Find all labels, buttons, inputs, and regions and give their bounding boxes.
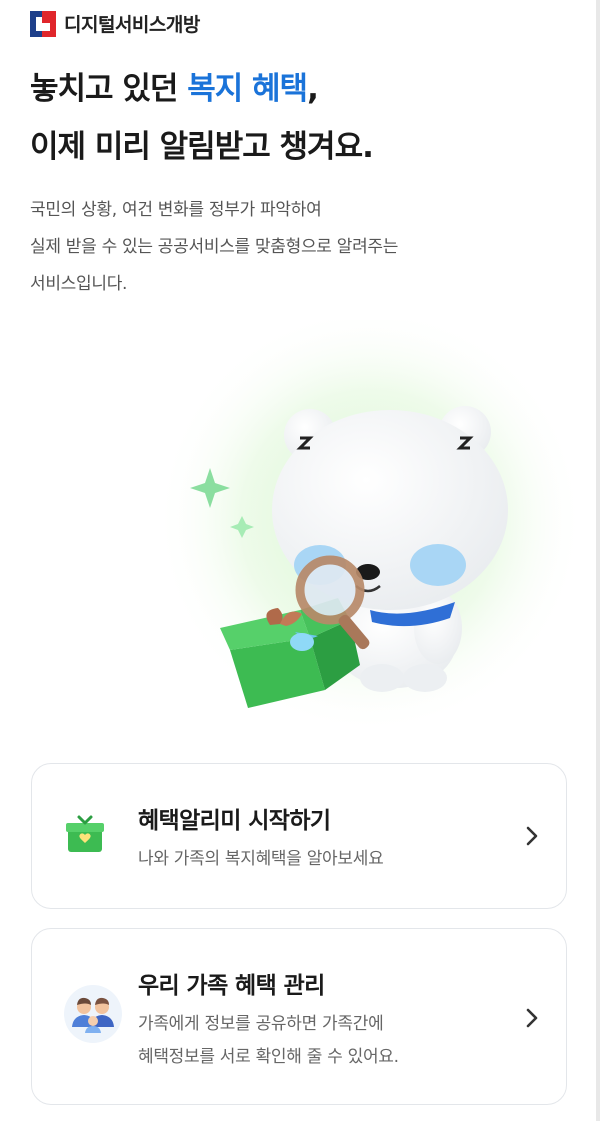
headline-line-2: 이제 미리 알림받고 챙겨요. (30, 129, 374, 165)
chevron-right-icon (526, 826, 538, 846)
headline-line-1: 놓치고 있던 복지 혜택, (30, 60, 373, 118)
gift-box-icon (66, 815, 104, 852)
polar-bear-magnifying-glass-gift-illustration (155, 320, 585, 735)
header: 디지털서비스개방 (30, 10, 200, 37)
digital-service-logo-icon (30, 10, 56, 37)
brand-name: 디지털서비스개방 (64, 14, 200, 36)
page-headline: 놓치고 있던 복지 혜택, 이제 미리 알림받고 챙겨요. (30, 60, 374, 176)
headline-suffix: , (307, 71, 319, 107)
family-icon (64, 985, 122, 1043)
chevron-right-icon (526, 1008, 538, 1028)
card-subtitle: 나와 가족의 복지혜택을 알아보세요 (138, 849, 384, 869)
description-line-3: 서비스입니다. (30, 274, 128, 294)
service-description: 국민의 상황, 여건 변화를 정부가 파악하여 실제 받을 수 있는 공공서비스… (30, 192, 398, 303)
card-subtitle-line-2: 혜택정보를 서로 확인해 줄 수 있어요. (138, 1047, 399, 1067)
headline-prefix: 놓치고 있던 (30, 71, 188, 107)
description-line-2: 실제 받을 수 있는 공공서비스를 맞춤형으로 알려주는 (30, 237, 399, 257)
headline-accent: 복지 혜택 (187, 71, 308, 107)
description-line-1: 국민의 상황, 여건 변화를 정부가 파악하여 (30, 200, 322, 220)
card-title: 우리 가족 혜택 관리 (138, 973, 325, 999)
card-title: 혜택알리미 시작하기 (138, 808, 331, 834)
card-subtitle-line-1: 가족에게 정보를 공유하면 가족간에 (138, 1014, 384, 1034)
family-benefit-management-card[interactable]: 우리 가족 혜택 관리 가족에게 정보를 공유하면 가족간에 혜택정보를 서로 … (31, 928, 567, 1105)
scrollbar[interactable] (596, 0, 600, 1121)
start-benefit-alert-card[interactable]: 혜택알리미 시작하기 나와 가족의 복지혜택을 알아보세요 (31, 763, 567, 909)
